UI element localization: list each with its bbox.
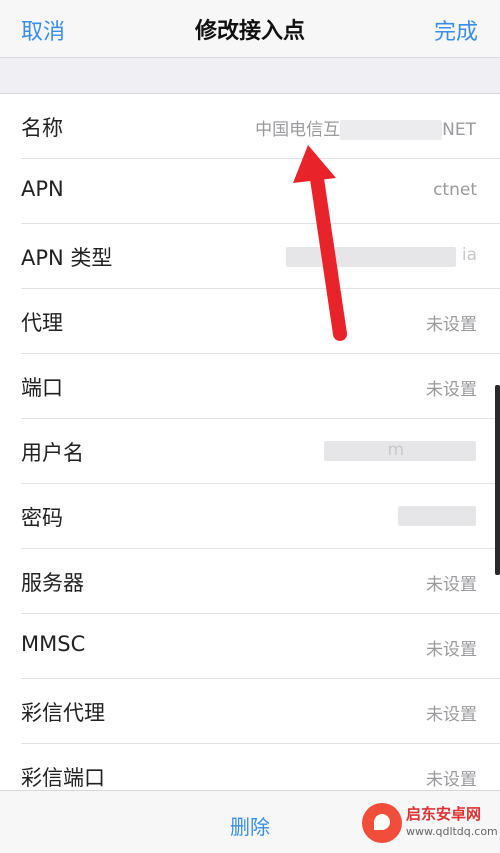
row-label: 代理 — [21, 311, 63, 335]
row-username[interactable]: 用户名 m — [0, 419, 500, 484]
row-proxy[interactable]: 代理 未设置 — [0, 289, 500, 354]
apn-type-value[interactable]: ia — [462, 245, 477, 265]
watermark-url: www.qdltdq.com — [406, 825, 498, 838]
row-server[interactable]: 服务器 未设置 — [0, 549, 500, 614]
username-value[interactable]: m — [387, 440, 404, 460]
row-label: 彩信代理 — [21, 701, 105, 725]
row-label: 名称 — [21, 116, 63, 140]
name-value[interactable]: 中国电信互 NET — [255, 115, 476, 140]
row-label: 彩信端口 — [21, 766, 105, 790]
apn-settings-list: 名称 中国电信互 NET APN ctnet APN 类型 ia 代理 未设置 端… — [0, 93, 500, 790]
page-title: 修改接入点 — [194, 19, 305, 44]
redaction-blur — [398, 506, 476, 526]
watermark: 启东安卓网 www.qdltdq.com — [362, 799, 498, 847]
port-value[interactable]: 未设置 — [426, 375, 477, 400]
row-label: APN — [21, 177, 64, 201]
row-label: 服务器 — [21, 571, 84, 595]
name-value-prefix: 中国电信互 — [255, 120, 341, 140]
row-apn-type[interactable]: APN 类型 ia — [0, 224, 500, 289]
row-mmsc[interactable]: MMSC 未设置 — [0, 614, 500, 679]
done-button[interactable]: 完成 — [434, 14, 478, 46]
mmsc-value[interactable]: 未设置 — [426, 635, 477, 660]
apn-value[interactable]: ctnet — [433, 180, 477, 200]
row-apn[interactable]: APN ctnet — [0, 159, 500, 224]
row-name[interactable]: 名称 中国电信互 NET — [0, 94, 500, 159]
proxy-value[interactable]: 未设置 — [426, 310, 477, 335]
row-mms-port[interactable]: 彩信端口 未设置 — [0, 744, 500, 790]
redaction-blur — [286, 247, 456, 267]
watermark-name: 启东安卓网 — [406, 805, 482, 823]
watermark-logo-icon — [362, 803, 402, 843]
mms-port-value[interactable]: 未设置 — [426, 765, 477, 790]
server-value[interactable]: 未设置 — [426, 570, 477, 595]
row-label: 密码 — [21, 506, 63, 530]
redaction-blur — [340, 120, 443, 140]
row-mms-proxy[interactable]: 彩信代理 未设置 — [0, 679, 500, 744]
mms-proxy-value[interactable]: 未设置 — [426, 700, 477, 725]
section-gap — [0, 59, 500, 93]
row-password[interactable]: 密码 — [0, 484, 500, 549]
row-label: APN 类型 — [21, 246, 113, 270]
row-label: 用户名 — [21, 441, 84, 465]
navigation-bar: 取消 修改接入点 完成 — [0, 0, 500, 58]
scrollbar[interactable] — [495, 385, 500, 575]
row-label: MMSC — [21, 632, 86, 656]
row-port[interactable]: 端口 未设置 — [0, 354, 500, 419]
name-value-suffix: NET — [442, 120, 476, 140]
row-label: 端口 — [21, 376, 63, 400]
